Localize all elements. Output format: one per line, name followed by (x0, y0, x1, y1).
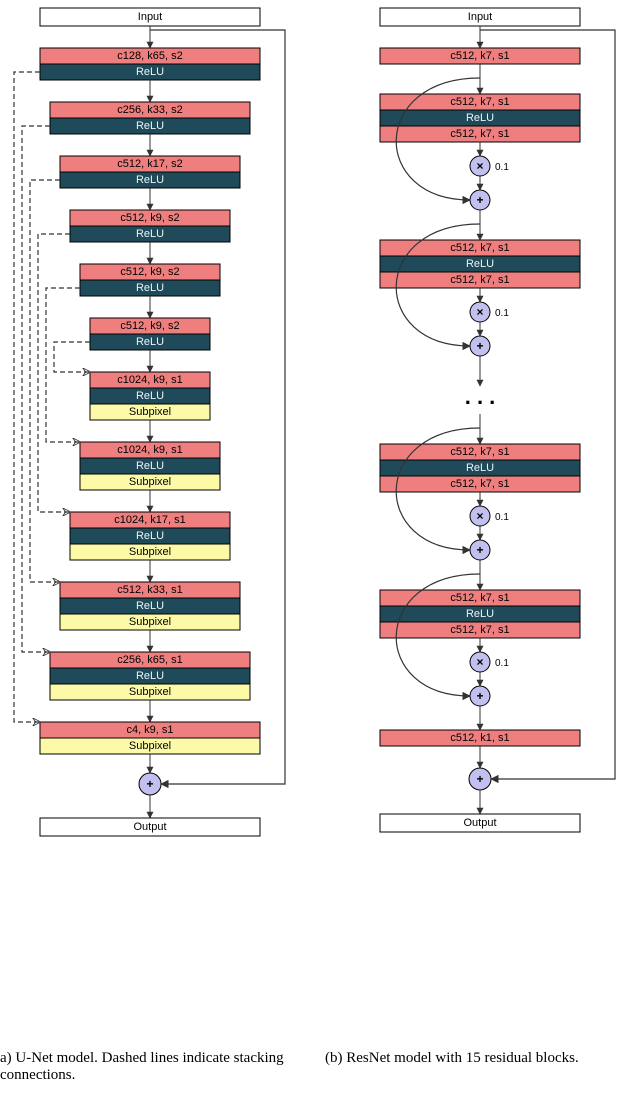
svg-text:+: + (476, 689, 483, 703)
unet-enc-4: c512, k9, s2 ReLU (70, 210, 230, 242)
resnet-block-1: c512, k7, s1 ReLU c512, k7, s1 × 0.1 + (380, 78, 580, 210)
svg-text:ReLU: ReLU (466, 608, 494, 620)
svg-text:c512, k9, s2: c512, k9, s2 (120, 212, 179, 224)
svg-text:c1024, k9, s1: c1024, k9, s1 (117, 374, 182, 386)
unet-enc-1: c128, k65, s2 ReLU (40, 48, 260, 80)
svg-text:. . .: . . . (465, 384, 496, 409)
svg-text:ReLU: ReLU (136, 390, 164, 402)
svg-text:0.1: 0.1 (495, 308, 509, 319)
svg-text:c256, k65, s1: c256, k65, s1 (117, 654, 182, 666)
svg-text:c512, k7, s1: c512, k7, s1 (450, 274, 509, 286)
svg-text:Subpixel: Subpixel (129, 546, 171, 558)
svg-text:c512, k7, s1: c512, k7, s1 (450, 624, 509, 636)
resnet-tail: c512, k1, s1 (380, 730, 580, 746)
svg-text:ReLU: ReLU (136, 120, 164, 132)
svg-text:c512, k7, s1: c512, k7, s1 (450, 128, 509, 140)
unet-column: Input c128, k65, s2 ReLU c256, k33, s2 R… (14, 8, 285, 836)
svg-text:0.1: 0.1 (495, 162, 509, 173)
resnet-block-n1: c512, k7, s1 ReLU c512, k7, s1 × 0.1 + (380, 428, 580, 560)
unet-add: + (139, 773, 161, 795)
svg-text:ReLU: ReLU (466, 258, 494, 270)
svg-text:ReLU: ReLU (136, 174, 164, 186)
svg-text:c512, k7, s1: c512, k7, s1 (450, 50, 509, 62)
svg-text:ReLU: ReLU (136, 282, 164, 294)
svg-text:Output: Output (463, 817, 496, 829)
caption-right: (b) ResNet model with 15 residual blocks… (325, 1050, 640, 1067)
svg-text:c256, k33, s2: c256, k33, s2 (117, 104, 182, 116)
svg-text:c512, k17, s2: c512, k17, s2 (117, 158, 182, 170)
unet-enc-3: c512, k17, s2 ReLU (60, 156, 240, 188)
svg-text:+: + (476, 543, 483, 557)
unet-dec-2: c1024, k9, s1 ReLU Subpixel (80, 442, 220, 490)
svg-text:c512, k7, s1: c512, k7, s1 (450, 446, 509, 458)
svg-text:Subpixel: Subpixel (129, 406, 171, 418)
svg-text:ReLU: ReLU (136, 600, 164, 612)
svg-text:×: × (476, 509, 483, 523)
unet-dec-3: c1024, k17, s1 ReLU Subpixel (70, 512, 230, 560)
svg-text:ReLU: ReLU (136, 530, 164, 542)
resnet-block-2: c512, k7, s1 ReLU c512, k7, s1 × 0.1 + (380, 224, 580, 356)
svg-text:Output: Output (133, 821, 166, 833)
svg-text:c4, k9, s1: c4, k9, s1 (126, 724, 173, 736)
caption-left: a) U-Net model. Dashed lines indicate st… (0, 1050, 310, 1084)
svg-text:Input: Input (138, 11, 162, 23)
svg-text:c1024, k9, s1: c1024, k9, s1 (117, 444, 182, 456)
unet-dec-5: c256, k65, s1 ReLU Subpixel (50, 652, 250, 700)
svg-text:Subpixel: Subpixel (129, 740, 171, 752)
unet-enc-2: c256, k33, s2 ReLU (50, 102, 250, 134)
svg-text:ReLU: ReLU (466, 462, 494, 474)
svg-text:+: + (476, 339, 483, 353)
svg-text:ReLU: ReLU (136, 460, 164, 472)
svg-text:c512, k7, s1: c512, k7, s1 (450, 478, 509, 490)
svg-text:ReLU: ReLU (466, 112, 494, 124)
svg-text:×: × (476, 159, 483, 173)
resnet-output: Output (380, 814, 580, 832)
resnet-input: Input (380, 8, 580, 26)
svg-text:+: + (476, 772, 483, 786)
svg-text:Input: Input (468, 11, 492, 23)
svg-text:×: × (476, 655, 483, 669)
svg-text:ReLU: ReLU (136, 670, 164, 682)
resnet-stem: c512, k7, s1 (380, 48, 580, 64)
svg-text:c512, k7, s1: c512, k7, s1 (450, 242, 509, 254)
svg-text:ReLU: ReLU (136, 66, 164, 78)
resnet-add: + (469, 768, 491, 790)
svg-text:+: + (476, 193, 483, 207)
svg-text:ReLU: ReLU (136, 228, 164, 240)
unet-output: Output (40, 818, 260, 836)
svg-text:+: + (146, 777, 153, 791)
svg-text:c128, k65, s2: c128, k65, s2 (117, 50, 182, 62)
svg-text:c512, k7, s1: c512, k7, s1 (450, 96, 509, 108)
svg-text:0.1: 0.1 (495, 658, 509, 669)
svg-text:×: × (476, 305, 483, 319)
svg-text:c512, k7, s1: c512, k7, s1 (450, 592, 509, 604)
svg-text:ReLU: ReLU (136, 336, 164, 348)
resnet-block-n: c512, k7, s1 ReLU c512, k7, s1 × 0.1 + (380, 574, 580, 706)
svg-text:c512, k9, s2: c512, k9, s2 (120, 320, 179, 332)
unet-input: Input (40, 8, 260, 26)
svg-text:0.1: 0.1 (495, 512, 509, 523)
resnet-column: Input c512, k7, s1 c512, k7, s1 ReLU c51… (380, 8, 615, 832)
svg-text:c512, k1, s1: c512, k1, s1 (450, 732, 509, 744)
unet-dec-4: c512, k33, s1 ReLU Subpixel (60, 582, 240, 630)
unet-enc-5: c512, k9, s2 ReLU (80, 264, 220, 296)
svg-text:Subpixel: Subpixel (129, 476, 171, 488)
svg-text:Subpixel: Subpixel (129, 616, 171, 628)
svg-text:c512, k9, s2: c512, k9, s2 (120, 266, 179, 278)
unet-enc-6: c512, k9, s2 ReLU (90, 318, 210, 350)
svg-text:c1024, k17, s1: c1024, k17, s1 (114, 514, 186, 526)
unet-final: c4, k9, s1 Subpixel (40, 722, 260, 754)
svg-text:c512, k33, s1: c512, k33, s1 (117, 584, 182, 596)
svg-text:Subpixel: Subpixel (129, 686, 171, 698)
unet-dec-1: c1024, k9, s1 ReLU Subpixel (90, 372, 210, 420)
